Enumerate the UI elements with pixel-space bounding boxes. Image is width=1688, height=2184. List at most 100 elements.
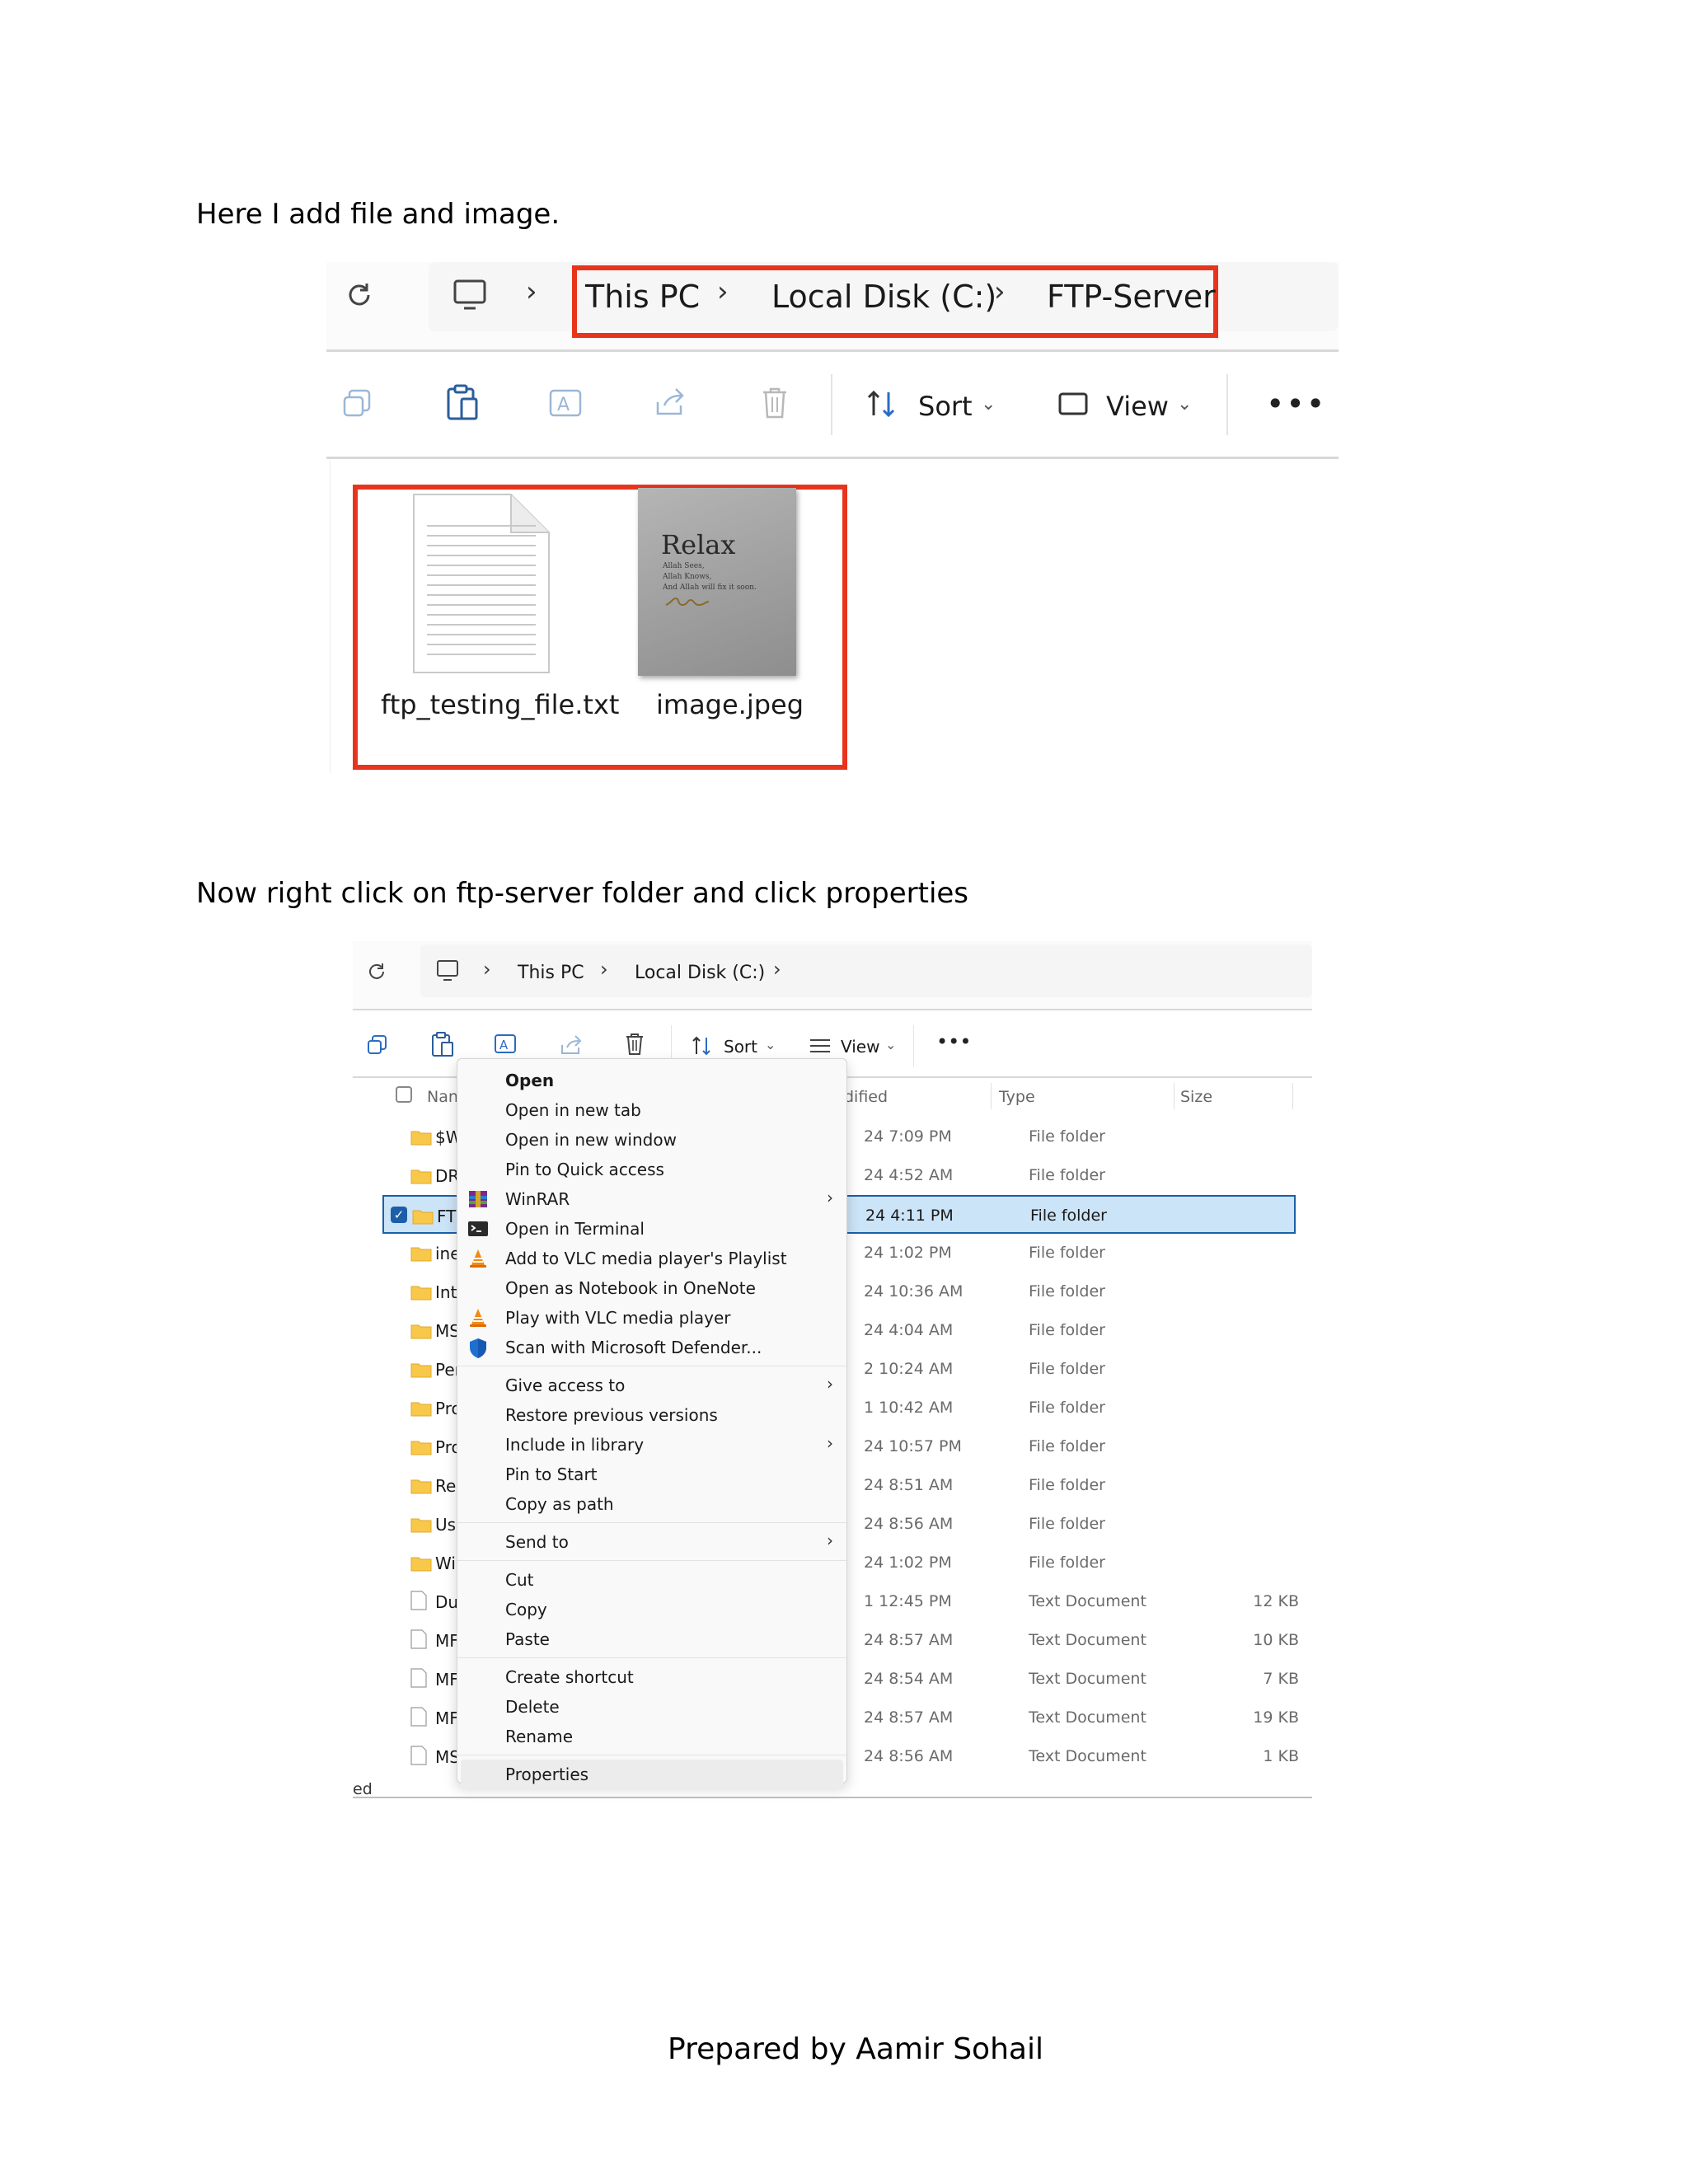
more-options-icon[interactable]: ••• — [936, 1030, 971, 1053]
menu-item-properties[interactable]: Properties — [461, 1760, 843, 1789]
row-name: MS — [435, 1747, 458, 1767]
more-options-icon[interactable]: ••• — [1266, 386, 1326, 422]
menu-item-label: Play with VLC media player — [505, 1308, 731, 1328]
menu-item-open-in-new-window[interactable]: Open in new window — [457, 1125, 846, 1155]
menu-item-label: Cut — [505, 1570, 534, 1590]
row-size: 12 KB — [1253, 1592, 1299, 1610]
menu-item-pin-to-start[interactable]: Pin to Start — [457, 1460, 846, 1489]
view-button[interactable]: View — [841, 1037, 879, 1057]
chevron-down-icon: ⌄ — [765, 1037, 776, 1052]
menu-item-add-to-vlc-media-player-s-playlist[interactable]: Add to VLC media player's Playlist — [457, 1244, 846, 1273]
file-name-txt[interactable]: ftp_testing_file.txt — [381, 689, 619, 720]
this-pc-monitor-icon[interactable] — [452, 279, 488, 312]
row-checkbox[interactable]: ✓ — [391, 1207, 407, 1223]
row-name: Pro — [435, 1437, 458, 1457]
column-header-date[interactable]: dified — [844, 1088, 888, 1106]
chevron-down-icon: ⌄ — [1177, 394, 1193, 415]
menu-item-label: Give access to — [505, 1376, 626, 1395]
breadcrumb-this-pc[interactable]: This PC — [518, 963, 584, 983]
row-name: Wi — [435, 1554, 456, 1573]
breadcrumb-local-disk[interactable]: Local Disk (C:) — [635, 963, 765, 983]
this-pc-monitor-icon[interactable] — [435, 959, 460, 982]
row-date-modified: 24 10:36 AM — [864, 1282, 964, 1301]
paste-icon[interactable] — [430, 1032, 455, 1058]
row-type: File folder — [1029, 1127, 1105, 1146]
view-icon[interactable] — [1057, 391, 1090, 419]
sort-button[interactable]: Sort — [724, 1037, 757, 1057]
menu-item-label: Include in library — [505, 1435, 645, 1455]
menu-item-send-to[interactable]: Send to › — [457, 1527, 846, 1557]
column-header-size[interactable]: Size — [1180, 1088, 1212, 1106]
divider — [326, 457, 1339, 459]
row-type: File folder — [1029, 1515, 1105, 1533]
menu-item-create-shortcut[interactable]: Create shortcut — [457, 1662, 846, 1692]
row-name: MF — [435, 1670, 458, 1690]
row-type: Text Document — [1029, 1708, 1146, 1727]
document-icon — [410, 1707, 432, 1727]
row-date-modified: 24 10:57 PM — [864, 1437, 962, 1455]
column-header-type[interactable]: Type — [999, 1088, 1035, 1106]
breadcrumb-this-pc[interactable]: This PC — [585, 279, 700, 315]
breadcrumb-local-disk[interactable]: Local Disk (C:) — [771, 279, 996, 315]
menu-item-open-in-new-tab[interactable]: Open in new tab — [457, 1095, 846, 1125]
menu-item-include-in-library[interactable]: Include in library › — [457, 1430, 846, 1460]
breadcrumb-ftp-server[interactable]: FTP-Server — [1047, 279, 1216, 315]
image-thumbnail[interactable]: Relax Allah Sees, Allah Knows, And Allah… — [638, 488, 796, 676]
row-type: File folder — [1029, 1399, 1105, 1417]
menu-item-paste[interactable]: Paste — [457, 1624, 846, 1654]
refresh-icon[interactable] — [366, 961, 387, 982]
menu-item-open-in-terminal[interactable]: Open in Terminal — [457, 1214, 846, 1244]
row-name: Pro — [435, 1399, 458, 1418]
refresh-icon[interactable] — [343, 279, 376, 312]
menu-item-copy-as-path[interactable]: Copy as path — [457, 1489, 846, 1519]
row-type: Text Document — [1029, 1592, 1146, 1610]
folder-icon — [412, 1208, 434, 1225]
menu-item-rename[interactable]: Rename — [457, 1722, 846, 1751]
select-all-checkbox[interactable] — [396, 1086, 412, 1103]
folder-icon — [410, 1361, 432, 1378]
column-header-name[interactable]: Nan — [427, 1088, 458, 1106]
rename-icon[interactable]: A — [547, 386, 585, 420]
menu-item-give-access-to[interactable]: Give access to › — [457, 1371, 846, 1400]
menu-item-copy[interactable]: Copy — [457, 1595, 846, 1624]
sort-button[interactable]: Sort — [918, 391, 973, 422]
menu-separator — [457, 1657, 846, 1658]
chevron-right-icon: › — [827, 1374, 833, 1394]
sort-icon[interactable] — [865, 389, 902, 419]
sort-icon[interactable] — [691, 1035, 715, 1057]
menu-item-label: Properties — [505, 1765, 589, 1784]
rename-icon[interactable]: A — [493, 1032, 519, 1057]
vlc-icon — [467, 1308, 489, 1328]
file-name-jpeg[interactable]: image.jpeg — [656, 689, 804, 720]
chevron-right-icon: › — [600, 958, 608, 981]
document-icon — [410, 1668, 432, 1688]
folder-icon — [410, 1555, 432, 1572]
share-icon[interactable] — [559, 1033, 584, 1057]
text-file-icon[interactable] — [412, 493, 551, 674]
menu-item-label: Add to VLC media player's Playlist — [505, 1249, 787, 1268]
copy-icon[interactable] — [366, 1033, 389, 1057]
view-icon[interactable] — [808, 1037, 832, 1055]
copy-icon[interactable] — [341, 387, 374, 420]
row-date-modified: 24 7:09 PM — [864, 1127, 952, 1146]
menu-item-cut[interactable]: Cut — [457, 1565, 846, 1595]
delete-icon[interactable] — [623, 1032, 646, 1057]
menu-item-label: Open in Terminal — [505, 1219, 645, 1239]
share-icon[interactable] — [653, 386, 687, 419]
delete-icon[interactable] — [758, 386, 791, 420]
explorer-screenshot-1: › This PC › Local Disk (C:) › FTP-Server… — [326, 262, 1339, 773]
menu-item-open-as-notebook-in-onenote[interactable]: Open as Notebook in OneNote — [457, 1273, 846, 1303]
paste-icon[interactable] — [445, 384, 481, 422]
menu-item-delete[interactable]: Delete — [457, 1692, 846, 1722]
menu-item-play-with-vlc-media-player[interactable]: Play with VLC media player — [457, 1303, 846, 1333]
menu-item-restore-previous-versions[interactable]: Restore previous versions — [457, 1400, 846, 1430]
folder-icon — [410, 1284, 432, 1301]
menu-item-scan-with-microsoft-defender[interactable]: Scan with Microsoft Defender... — [457, 1333, 846, 1362]
menu-item-open[interactable]: Open — [457, 1066, 846, 1095]
menu-item-winrar[interactable]: WinRAR › — [457, 1184, 846, 1214]
menu-item-label: Copy as path — [505, 1494, 614, 1514]
menu-item-pin-to-quick-access[interactable]: Pin to Quick access — [457, 1155, 846, 1184]
row-date-modified: 24 8:56 AM — [864, 1747, 954, 1765]
row-name: MS — [435, 1321, 458, 1341]
view-button[interactable]: View — [1106, 391, 1169, 422]
